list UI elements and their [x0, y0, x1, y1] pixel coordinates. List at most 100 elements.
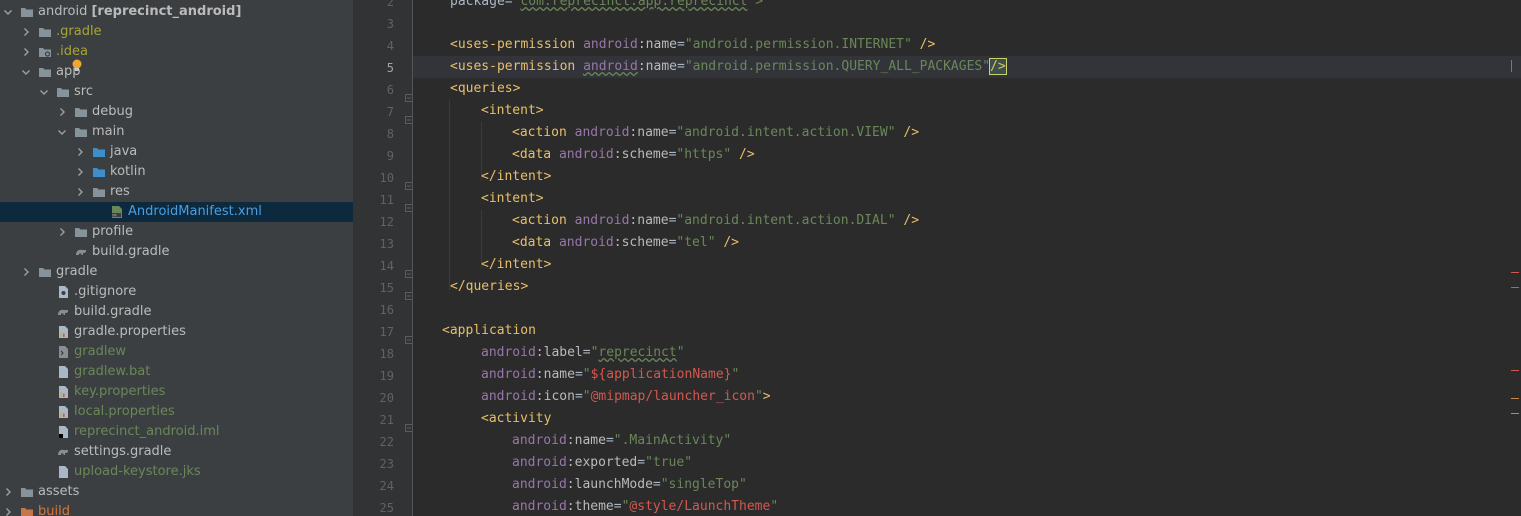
- error-stripe-marker[interactable]: [1511, 287, 1519, 288]
- tree-item[interactable]: android [reprecinct_android]: [0, 2, 353, 22]
- code-line-23[interactable]: android:exported="true": [512, 452, 692, 474]
- tree-item[interactable]: assets: [0, 482, 353, 502]
- error-stripe-marker[interactable]: [1511, 272, 1519, 273]
- tree-item[interactable]: local.properties: [0, 402, 353, 422]
- tree-item[interactable]: kotlin: [0, 162, 353, 182]
- line-number[interactable]: 2: [358, 0, 394, 9]
- line-number[interactable]: 6: [358, 83, 394, 97]
- chevron-right-icon[interactable]: [74, 166, 86, 178]
- tree-item[interactable]: build.gradle: [0, 302, 353, 322]
- code-line-25[interactable]: android:theme="@style/LaunchTheme": [512, 496, 778, 516]
- code-line-14[interactable]: </intent>: [481, 254, 551, 276]
- line-number[interactable]: 18: [358, 347, 394, 361]
- code-line-11[interactable]: <intent>: [481, 188, 544, 210]
- code-line-5[interactable]: <uses-permission android:name="android.p…: [450, 56, 1007, 78]
- tree-item[interactable]: key.properties: [0, 382, 353, 402]
- xml-attr: :launchMode: [566, 477, 653, 492]
- line-number[interactable]: 7: [358, 105, 394, 119]
- line-number[interactable]: 21: [358, 413, 394, 427]
- line-number[interactable]: 10: [358, 171, 394, 185]
- tree-item[interactable]: .idea: [0, 42, 353, 62]
- code-line-8[interactable]: <action android:name="android.intent.act…: [512, 122, 919, 144]
- tree-item[interactable]: gradle: [0, 262, 353, 282]
- tree-item[interactable]: profile: [0, 222, 353, 242]
- tree-item[interactable]: gradle.properties: [0, 322, 353, 342]
- tree-item-label: res: [110, 184, 130, 199]
- tree-item[interactable]: gradlew: [0, 342, 353, 362]
- tree-item[interactable]: MF AndroidManifest.xml: [0, 202, 353, 222]
- code-line-21[interactable]: <activity: [481, 408, 551, 430]
- code-line-15[interactable]: </queries>: [450, 276, 528, 298]
- line-number[interactable]: 15: [358, 281, 394, 295]
- tree-item[interactable]: settings.gradle: [0, 442, 353, 462]
- code-line-6[interactable]: <queries>: [450, 78, 520, 100]
- editor-gutter[interactable]: 2 3 4 5 6 7 8 9 10 11 12 13 14 15 16 17 18 19 20 21 22 23 24 25: [355, 0, 413, 516]
- chevron-down-icon[interactable]: [56, 126, 68, 138]
- chevron-down-icon[interactable]: [38, 86, 50, 98]
- line-number[interactable]: 5: [358, 61, 394, 75]
- chevron-right-icon[interactable]: [56, 106, 68, 118]
- line-number[interactable]: 13: [358, 237, 394, 251]
- chevron-right-icon[interactable]: [20, 46, 32, 58]
- string-value: "https": [676, 147, 732, 162]
- code-editor[interactable]: package="com.reprecinct.app.reprecinct">…: [413, 0, 1521, 516]
- code-line-19[interactable]: android:name="${applicationName}": [481, 364, 739, 386]
- chevron-down-icon[interactable]: [2, 6, 14, 18]
- chevron-right-icon[interactable]: [20, 26, 32, 38]
- project-tree[interactable]: android [reprecinct_android] .gradle .idea…: [0, 0, 353, 516]
- line-number[interactable]: 3: [358, 17, 394, 31]
- tree-item[interactable]: .gitignore: [0, 282, 353, 302]
- line-number[interactable]: 17: [358, 325, 394, 339]
- chevron-right-icon[interactable]: [20, 266, 32, 278]
- tree-item[interactable]: reprecinct_android.iml: [0, 422, 353, 442]
- tree-item[interactable]: debug: [0, 102, 353, 122]
- warning-stripe-marker[interactable]: [1511, 398, 1519, 399]
- line-number[interactable]: 9: [358, 149, 394, 163]
- line-number[interactable]: 24: [358, 479, 394, 493]
- line-number[interactable]: 16: [358, 303, 394, 317]
- line-number[interactable]: 12: [358, 215, 394, 229]
- line-number[interactable]: 4: [358, 39, 394, 53]
- code-line-9[interactable]: <data android:scheme="https" />: [512, 144, 755, 166]
- chevron-right-icon[interactable]: [74, 186, 86, 198]
- code-line-18[interactable]: android:label="reprecinct": [481, 342, 685, 364]
- line-number[interactable]: 19: [358, 369, 394, 383]
- lightbulb-icon[interactable]: [70, 58, 84, 74]
- code-line-13[interactable]: <data android:scheme="tel" />: [512, 232, 739, 254]
- line-number[interactable]: 23: [358, 457, 394, 471]
- tree-item[interactable]: .gradle: [0, 22, 353, 42]
- code-line-20[interactable]: android:icon="@mipmap/launcher_icon">: [481, 386, 771, 408]
- tree-item-label: AndroidManifest.xml: [128, 204, 262, 219]
- chevron-down-icon[interactable]: [20, 66, 32, 78]
- line-number[interactable]: 11: [358, 193, 394, 207]
- code-line-12[interactable]: <action android:name="android.intent.act…: [512, 210, 919, 232]
- tree-item[interactable]: upload-keystore.jks: [0, 462, 353, 482]
- chevron-right-icon[interactable]: [2, 506, 14, 516]
- tree-item[interactable]: app: [0, 62, 353, 82]
- tree-item[interactable]: src: [0, 82, 353, 102]
- tree-item[interactable]: main: [0, 122, 353, 142]
- tree-item[interactable]: res: [0, 182, 353, 202]
- code-line-2[interactable]: package="com.reprecinct.app.reprecinct">: [450, 0, 763, 13]
- tree-item[interactable]: build: [0, 502, 353, 516]
- tree-item[interactable]: java: [0, 142, 353, 162]
- warning-stripe-marker[interactable]: [1511, 413, 1519, 414]
- line-number[interactable]: 22: [358, 435, 394, 449]
- error-stripe-marker[interactable]: [1511, 370, 1519, 371]
- tree-item[interactable]: build.gradle: [0, 242, 353, 262]
- line-number[interactable]: 14: [358, 259, 394, 273]
- chevron-right-icon[interactable]: [2, 486, 14, 498]
- chevron-right-icon[interactable]: [56, 226, 68, 238]
- line-number[interactable]: 25: [358, 501, 394, 515]
- folder-icon: [38, 65, 52, 79]
- line-number[interactable]: 20: [358, 391, 394, 405]
- code-line-22[interactable]: android:name=".MainActivity": [512, 430, 731, 452]
- code-line-4[interactable]: <uses-permission android:name="android.p…: [450, 34, 935, 56]
- line-number[interactable]: 8: [358, 127, 394, 141]
- code-line-7[interactable]: <intent>: [481, 100, 544, 122]
- chevron-right-icon[interactable]: [74, 146, 86, 158]
- code-line-10[interactable]: </intent>: [481, 166, 551, 188]
- code-line-24[interactable]: android:launchMode="singleTop": [512, 474, 747, 496]
- tree-item[interactable]: gradlew.bat: [0, 362, 353, 382]
- code-line-17[interactable]: <application: [442, 320, 536, 342]
